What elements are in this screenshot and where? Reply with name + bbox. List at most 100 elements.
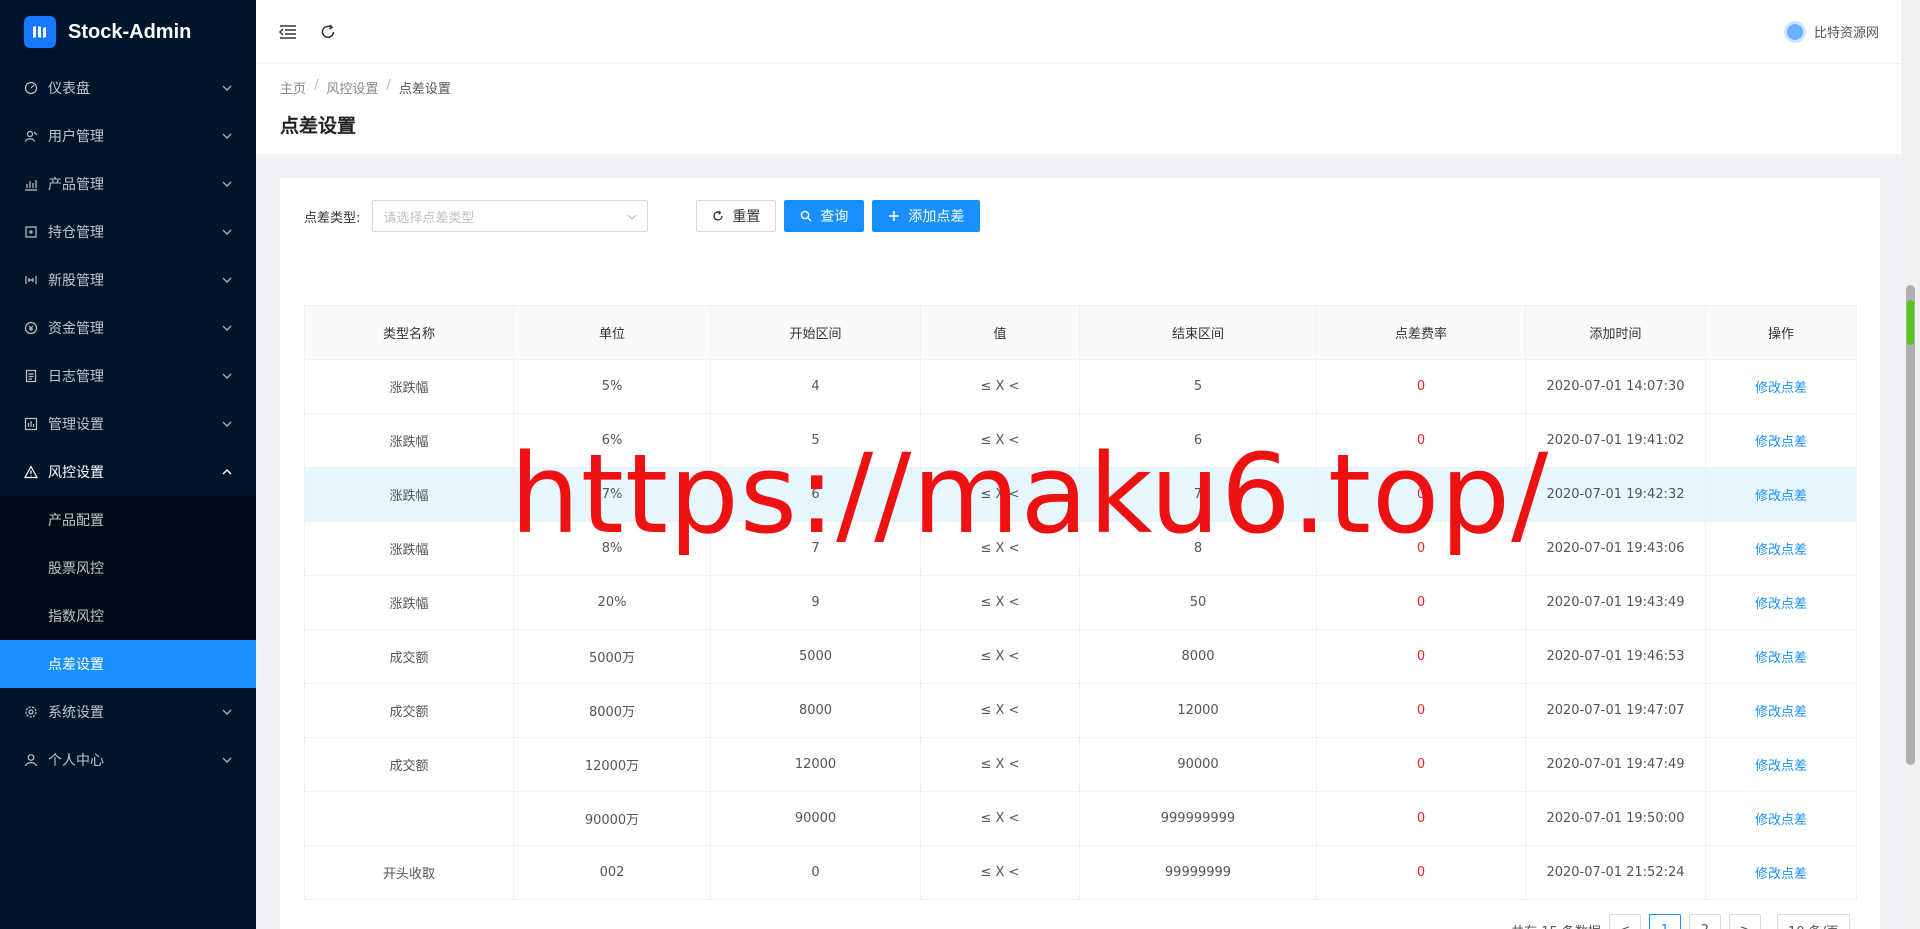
sidebar-item-label: 风控设置 bbox=[48, 465, 104, 481]
edit-spread-link[interactable]: 修改点差 bbox=[1755, 381, 1807, 396]
edit-spread-link[interactable]: 修改点差 bbox=[1755, 651, 1807, 666]
breadcrumb-home[interactable]: 主页 bbox=[280, 78, 306, 97]
table-cell: 2020-07-01 19:42:32 bbox=[1525, 467, 1706, 522]
sidebar-item[interactable]: 用户管理 bbox=[0, 112, 256, 160]
breadcrumb-parent[interactable]: 风控设置 bbox=[326, 78, 378, 97]
next-page-button[interactable]: > bbox=[1728, 914, 1761, 929]
table-cell: 5000 bbox=[710, 629, 921, 684]
page-2-button[interactable]: 2 bbox=[1688, 914, 1721, 929]
user-icon bbox=[24, 753, 38, 767]
edit-spread-cell[interactable]: 修改点差 bbox=[1705, 467, 1857, 522]
table-cell: 0 bbox=[1316, 413, 1526, 468]
column-header: 点差费率 bbox=[1316, 305, 1526, 360]
sidebar-item[interactable]: 管理设置 bbox=[0, 400, 256, 448]
top-header: 比特资源网 bbox=[256, 0, 1901, 64]
pagination-total: 共有 15 条数据 bbox=[1511, 921, 1601, 929]
table-cell: 002 bbox=[513, 845, 711, 900]
edit-spread-link[interactable]: 修改点差 bbox=[1755, 435, 1807, 450]
table-cell: ≤ X < bbox=[920, 413, 1080, 468]
edit-spread-cell[interactable]: 修改点差 bbox=[1705, 791, 1857, 846]
table-row[interactable]: 成交额 8000万 8000 ≤ X <12000 0 2020-07-01 19:47:… bbox=[304, 683, 1857, 738]
table-row[interactable]: 90000万 90000 ≤ X <999999999 0 2020-07-01 19:… bbox=[304, 791, 1857, 846]
sidebar-item[interactable]: 资金管理 bbox=[0, 304, 256, 352]
sidebar-item[interactable]: 新股管理 bbox=[0, 256, 256, 304]
table-cell: ≤ X < bbox=[920, 575, 1080, 630]
table-row[interactable]: 开头收取 002 0 ≤ X <99999999 0 2020-07-01 21:52:2… bbox=[304, 845, 1857, 900]
chevron-down-icon bbox=[222, 371, 232, 381]
edit-spread-cell[interactable]: 修改点差 bbox=[1705, 575, 1857, 630]
table-cell: 0 bbox=[1316, 737, 1526, 792]
table-cell: 8000万 bbox=[513, 683, 711, 738]
plus-icon bbox=[888, 210, 900, 222]
prev-page-button[interactable]: < bbox=[1608, 914, 1641, 929]
page-size-select[interactable]: 10 条/页 bbox=[1776, 914, 1850, 929]
refresh-icon[interactable] bbox=[318, 22, 338, 42]
edit-spread-link[interactable]: 修改点差 bbox=[1755, 705, 1807, 720]
logo[interactable]: Stock-Admin bbox=[0, 0, 256, 64]
edit-spread-link[interactable]: 修改点差 bbox=[1755, 597, 1807, 612]
sidebar-item[interactable]: 日志管理 bbox=[0, 352, 256, 400]
submenu-item[interactable]: 指数风控 bbox=[0, 592, 256, 640]
sidebar-item-label: 新股管理 bbox=[48, 273, 104, 289]
table-cell: ≤ X < bbox=[920, 737, 1080, 792]
sidebar-item[interactable]: 持仓管理 bbox=[0, 208, 256, 256]
table-cell: 成交额 bbox=[304, 629, 514, 684]
table-cell: 涨跌幅 bbox=[304, 413, 514, 468]
table-cell: 90000 bbox=[1079, 737, 1317, 792]
submenu-item[interactable]: 股票风控 bbox=[0, 544, 256, 592]
query-button[interactable]: 查询 bbox=[784, 200, 865, 232]
reset-button[interactable]: 重置 bbox=[696, 200, 777, 232]
edit-spread-link[interactable]: 修改点差 bbox=[1755, 813, 1807, 828]
edit-spread-link[interactable]: 修改点差 bbox=[1755, 543, 1807, 558]
edit-spread-cell[interactable]: 修改点差 bbox=[1705, 359, 1857, 414]
table-cell: 7 bbox=[710, 521, 921, 576]
page-header: 主页 / 风控设置 / 点差设置 点差设置 bbox=[256, 64, 1901, 154]
add-spread-button[interactable]: 添加点差 bbox=[872, 200, 981, 232]
sidebar-item[interactable]: 个人中心 bbox=[0, 736, 256, 784]
table-row[interactable]: 涨跌幅 6% 5 ≤ X <6 0 2020-07-01 19:41:02 修改点差 bbox=[304, 413, 1857, 468]
sidebar-item[interactable]: 系统设置 bbox=[0, 688, 256, 736]
edit-spread-link[interactable]: 修改点差 bbox=[1755, 759, 1807, 774]
table-cell: 6 bbox=[710, 467, 921, 522]
sidebar-item[interactable]: 风控设置 bbox=[0, 448, 256, 496]
table-row[interactable]: 涨跌幅 7% 6 ≤ X <7 0 2020-07-01 19:42:32 修改点差 bbox=[304, 467, 1857, 522]
chevron-down-icon bbox=[222, 179, 232, 189]
table-cell: 5% bbox=[513, 359, 711, 414]
table-cell: 12000 bbox=[710, 737, 921, 792]
username: 比特资源网 bbox=[1813, 26, 1879, 41]
table-cell: 2020-07-01 21:52:24 bbox=[1525, 845, 1706, 900]
table-cell bbox=[304, 791, 514, 846]
edit-spread-cell[interactable]: 修改点差 bbox=[1705, 413, 1857, 468]
edit-spread-cell[interactable]: 修改点差 bbox=[1705, 521, 1857, 576]
sidebar-item[interactable]: 仪表盘 bbox=[0, 64, 256, 112]
sidebar-item-label: 管理设置 bbox=[48, 417, 104, 433]
table-row[interactable]: 成交额 12000万 12000 ≤ X <90000 0 2020-07-01 19:4… bbox=[304, 737, 1857, 792]
sidebar-item[interactable]: 产品管理 bbox=[0, 160, 256, 208]
page-scrollbar[interactable] bbox=[1901, 0, 1920, 929]
submenu-item[interactable]: 产品配置 bbox=[0, 496, 256, 544]
submenu-item[interactable]: 点差设置 bbox=[0, 640, 256, 688]
table-cell: 90000 bbox=[710, 791, 921, 846]
spread-type-select[interactable]: 请选择点差类型 bbox=[372, 200, 649, 232]
edit-spread-cell[interactable]: 修改点差 bbox=[1705, 737, 1857, 792]
edit-spread-cell[interactable]: 修改点差 bbox=[1705, 845, 1857, 900]
menu-fold-icon[interactable] bbox=[278, 22, 298, 42]
edit-spread-cell[interactable]: 修改点差 bbox=[1705, 683, 1857, 738]
column-header: 类型名称 bbox=[304, 305, 514, 360]
edit-spread-link[interactable]: 修改点差 bbox=[1755, 867, 1807, 882]
table-header-row: 类型名称 单位 开始区间值结束区间 点差费率 添加时间 操作 bbox=[304, 305, 1857, 360]
table-row[interactable]: 涨跌幅 8% 7 ≤ X <8 0 2020-07-01 19:43:06 修改点差 bbox=[304, 521, 1857, 576]
edit-spread-cell[interactable]: 修改点差 bbox=[1705, 629, 1857, 684]
table-row[interactable]: 涨跌幅 20% 9 ≤ X <50 0 2020-07-01 19:43:49 修改点差 bbox=[304, 575, 1857, 630]
edit-spread-link[interactable]: 修改点差 bbox=[1755, 489, 1807, 504]
scrollbar-thumb[interactable] bbox=[1906, 285, 1915, 765]
table-cell: 0 bbox=[1316, 521, 1526, 576]
page-1-button[interactable]: 1 bbox=[1648, 914, 1681, 929]
chevron-down-icon bbox=[222, 707, 232, 717]
table-cell: 涨跌幅 bbox=[304, 467, 514, 522]
table-row[interactable]: 成交额 5000万 5000 ≤ X <8000 0 2020-07-01 19:46:5… bbox=[304, 629, 1857, 684]
user-menu[interactable]: 比特资源网 bbox=[1783, 20, 1879, 43]
table-row[interactable]: 涨跌幅 5% 4 ≤ X <5 0 2020-07-01 14:07:30 修改点差 bbox=[304, 359, 1857, 414]
table-cell: 8000 bbox=[1079, 629, 1317, 684]
settings-panel-icon bbox=[24, 417, 38, 431]
